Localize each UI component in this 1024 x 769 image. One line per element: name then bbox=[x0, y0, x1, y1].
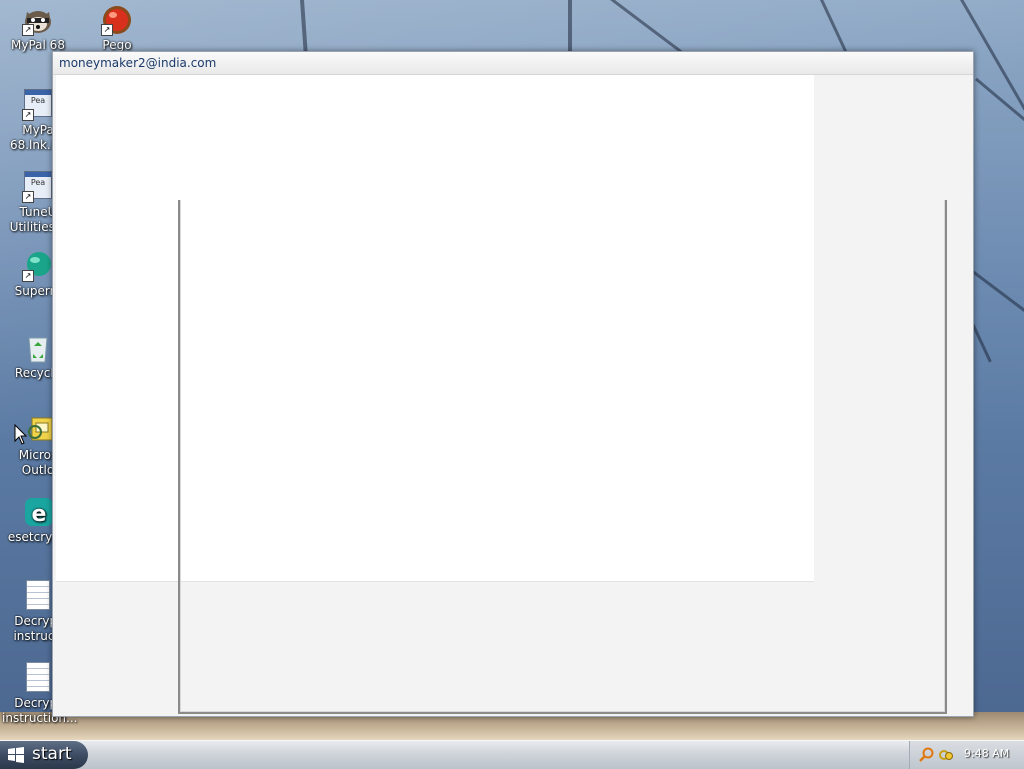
main-window: moneymaker2@india.com bbox=[52, 51, 974, 717]
text-document-icon bbox=[22, 580, 54, 612]
text-document-icon bbox=[22, 662, 54, 694]
pego-red-ball-icon: ↗ bbox=[101, 4, 133, 36]
start-label: start bbox=[32, 744, 72, 764]
svg-text:e: e bbox=[32, 502, 47, 527]
application-shortcut-icon: Pea ↗ bbox=[22, 171, 54, 203]
superm-green-globe-icon: ↗ bbox=[22, 250, 54, 282]
desktop-icon-mypal[interactable]: ↗ MyPal 68 bbox=[2, 4, 74, 53]
content-frame bbox=[178, 200, 947, 714]
eset-icon: e bbox=[22, 496, 54, 528]
mypal-raccoon-icon: ↗ bbox=[22, 4, 54, 36]
mouse-cursor-icon bbox=[14, 423, 30, 446]
start-button[interactable]: start bbox=[0, 741, 88, 769]
search-tray-icon[interactable] bbox=[918, 747, 934, 763]
application-shortcut-icon: Pea ↗ bbox=[22, 89, 54, 121]
network-tray-icon[interactable] bbox=[938, 747, 954, 763]
windows-logo-icon bbox=[8, 747, 24, 763]
window-title-bar[interactable]: moneymaker2@india.com bbox=[53, 52, 973, 75]
taskbar: start 9:48 AM bbox=[0, 740, 1024, 769]
system-tray: 9:48 AM bbox=[909, 741, 1024, 769]
taskbar-clock[interactable]: 9:48 AM bbox=[964, 747, 1009, 760]
desktop-icon-pego[interactable]: ↗ Pego bbox=[81, 4, 153, 53]
recycle-bin-icon bbox=[22, 332, 54, 364]
window-title: moneymaker2@india.com bbox=[59, 56, 217, 70]
